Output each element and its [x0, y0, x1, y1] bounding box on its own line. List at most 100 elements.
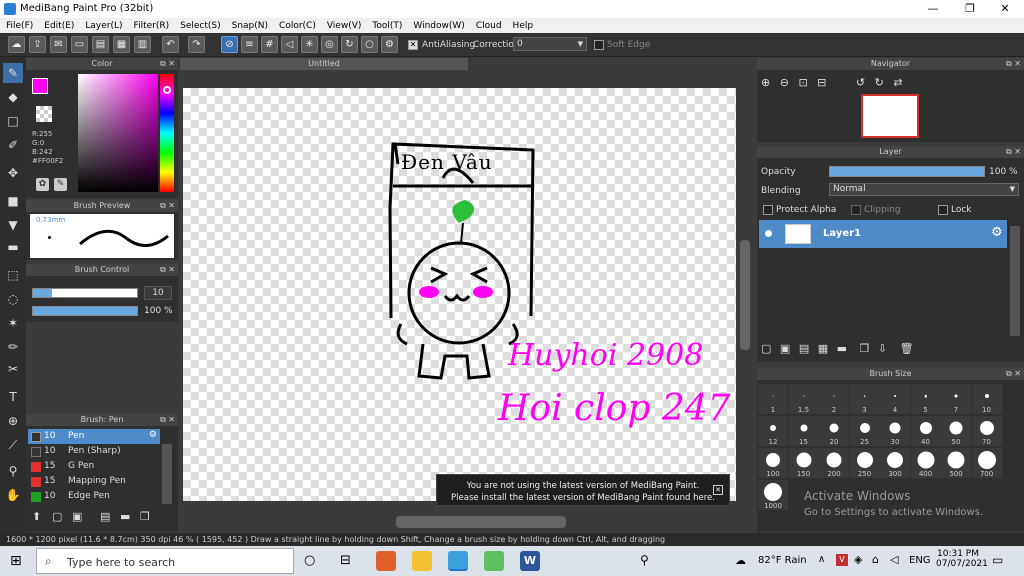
- tray-icon-2[interactable]: ◈: [854, 553, 862, 566]
- eraser-tool-icon[interactable]: ◆: [3, 87, 23, 107]
- brush-size-cell[interactable]: 5: [910, 384, 941, 414]
- tray-chevron-icon[interactable]: ∧: [818, 554, 825, 565]
- search-box[interactable]: ⌕ Type here to search: [36, 548, 294, 574]
- brush-size-cell[interactable]: 100: [758, 448, 788, 478]
- new-8bit-layer-icon[interactable]: ▤: [799, 342, 809, 355]
- bucket-tool-icon[interactable]: ▼: [3, 215, 23, 235]
- transparent-swatch[interactable]: [36, 106, 52, 122]
- brush-size-cell[interactable]: 300: [880, 448, 910, 478]
- add-brush-icon[interactable]: ⬆: [32, 510, 41, 523]
- clipping-checkbox[interactable]: [851, 205, 861, 215]
- menu-edit[interactable]: Edit(E): [44, 21, 74, 31]
- select-pen-tool-icon[interactable]: ✏: [3, 337, 23, 357]
- select-eraser-tool-icon[interactable]: ✂: [3, 359, 23, 379]
- palette-icon[interactable]: ✿: [36, 178, 49, 191]
- flip-icon[interactable]: ⇄: [893, 76, 902, 89]
- gear-icon[interactable]: ⚙: [149, 430, 157, 440]
- notification-icon[interactable]: ▭: [992, 553, 1003, 567]
- maximize-button[interactable]: ❐: [963, 2, 977, 16]
- snap-off-icon[interactable]: ⊘: [221, 36, 238, 53]
- fit-icon[interactable]: ⊡: [798, 76, 807, 89]
- lock-checkbox[interactable]: [938, 205, 948, 215]
- page-icon[interactable]: ▥: [134, 36, 151, 53]
- operation-tool-icon[interactable]: ⊕: [3, 411, 23, 431]
- new-brush-icon[interactable]: ▢: [52, 510, 62, 523]
- antialias-checkbox[interactable]: ✕: [408, 40, 418, 50]
- eye-icon[interactable]: [765, 230, 772, 237]
- protect-alpha-checkbox[interactable]: [763, 205, 773, 215]
- brush-opacity-slider[interactable]: [32, 306, 138, 316]
- brush-size-cell[interactable]: 50: [941, 416, 971, 446]
- parallel-snap-icon[interactable]: ≡: [241, 36, 258, 53]
- divide-tool-icon[interactable]: ⟋: [3, 435, 23, 455]
- add-layer-menu-icon[interactable]: ▦: [818, 342, 828, 355]
- redo-icon[interactable]: ↷: [188, 36, 205, 53]
- zoom-out-icon[interactable]: ⊖: [780, 76, 789, 89]
- copy-brush-icon[interactable]: ❐: [140, 510, 150, 523]
- vanishing-snap-icon[interactable]: ◁: [281, 36, 298, 53]
- duplicate-layer-icon[interactable]: ❐: [860, 342, 870, 355]
- chrome-icon[interactable]: [448, 551, 468, 571]
- brush-size-cell[interactable]: 7: [941, 384, 971, 414]
- menu-view[interactable]: View(V): [327, 21, 362, 31]
- layer-row-layer1[interactable]: Layer1 ⚙: [759, 220, 1007, 248]
- cloud-icon[interactable]: ☁: [8, 36, 25, 53]
- brush-size-cell[interactable]: 700: [971, 448, 1002, 478]
- brush-size-cell[interactable]: 25: [849, 416, 880, 446]
- concentric-snap-icon[interactable]: ◎: [321, 36, 338, 53]
- brush-size-cell[interactable]: 2: [819, 384, 849, 414]
- brush-item-edge-pen[interactable]: 10 Edge Pen: [28, 489, 160, 504]
- merge-layer-icon[interactable]: ⇩: [878, 342, 887, 355]
- menu-color[interactable]: Color(C): [279, 21, 316, 31]
- grid-doc-icon[interactable]: ▦: [113, 36, 130, 53]
- vertical-scrollbar[interactable]: [740, 240, 750, 350]
- new-halftone-layer-icon[interactable]: ▣: [780, 342, 790, 355]
- menu-layer[interactable]: Layer(L): [85, 21, 122, 31]
- app-icon-1[interactable]: [376, 551, 396, 571]
- brush-size-cell[interactable]: 12: [758, 416, 788, 446]
- menu-window[interactable]: Window(W): [413, 21, 464, 31]
- curve-snap-icon[interactable]: ↻: [341, 36, 358, 53]
- brush-size-cell[interactable]: 10: [971, 384, 1002, 414]
- brush-size-cell[interactable]: 1000: [758, 480, 788, 510]
- dot-tool-icon[interactable]: ✐: [3, 135, 23, 155]
- brush-size-cell[interactable]: 150: [788, 448, 819, 478]
- tab-untitled[interactable]: Untitled: [180, 58, 468, 70]
- correction-select[interactable]: 0 ▼: [513, 37, 587, 51]
- update-notice[interactable]: You are not using the latest version of …: [436, 474, 730, 506]
- rotate-left-icon[interactable]: ↺: [856, 76, 865, 89]
- drawing-canvas[interactable]: Đen Vâu Huyhoi 2908 Hoi clop 247: [183, 88, 736, 501]
- brush-size-cell[interactable]: 1.5: [788, 384, 819, 414]
- close-icon[interactable]: ✕: [713, 485, 723, 495]
- saturation-value-picker[interactable]: [78, 74, 158, 192]
- brush-menu-icon[interactable]: ▣: [72, 510, 82, 523]
- folder-icon[interactable]: ▬: [120, 510, 130, 523]
- brush-size-cell[interactable]: 30: [880, 416, 910, 446]
- network-icon[interactable]: ⌂: [872, 553, 879, 566]
- menu-tool[interactable]: Tool(T): [372, 21, 402, 31]
- windows-start-icon[interactable]: ⊞: [10, 553, 22, 569]
- brush-size-cell[interactable]: 500: [941, 448, 971, 478]
- message-icon[interactable]: ▭: [71, 36, 88, 53]
- brush-size-cell[interactable]: 40: [910, 416, 941, 446]
- soft-edge-checkbox[interactable]: [594, 40, 604, 50]
- navigator-thumbnail[interactable]: [861, 94, 919, 138]
- eyedropper-tool-icon[interactable]: ⚲: [3, 461, 23, 481]
- layer-scrollbar[interactable]: [1010, 226, 1020, 336]
- undo-icon[interactable]: ↶: [162, 36, 179, 53]
- weather-icon[interactable]: ☁: [735, 554, 746, 567]
- brush-size-cell[interactable]: 1: [758, 384, 788, 414]
- brush-size-cell[interactable]: 200: [819, 448, 849, 478]
- brush-size-cell[interactable]: 4: [880, 384, 910, 414]
- magic-wand-tool-icon[interactable]: ✶: [3, 313, 23, 333]
- hand-tool-icon[interactable]: ✋: [3, 485, 23, 505]
- menu-help[interactable]: Help: [513, 21, 534, 31]
- brush-size-slider[interactable]: [32, 288, 138, 298]
- brush-size-cell[interactable]: 70: [971, 416, 1002, 446]
- rectangle-tool-icon[interactable]: □: [3, 111, 23, 131]
- menu-filter[interactable]: Filter(R): [134, 21, 170, 31]
- brush-size-cell[interactable]: 3: [849, 384, 880, 414]
- brush-size-cell[interactable]: 250: [849, 448, 880, 478]
- text-tool-icon[interactable]: T: [3, 387, 23, 407]
- brush-size-value[interactable]: 10: [144, 286, 172, 300]
